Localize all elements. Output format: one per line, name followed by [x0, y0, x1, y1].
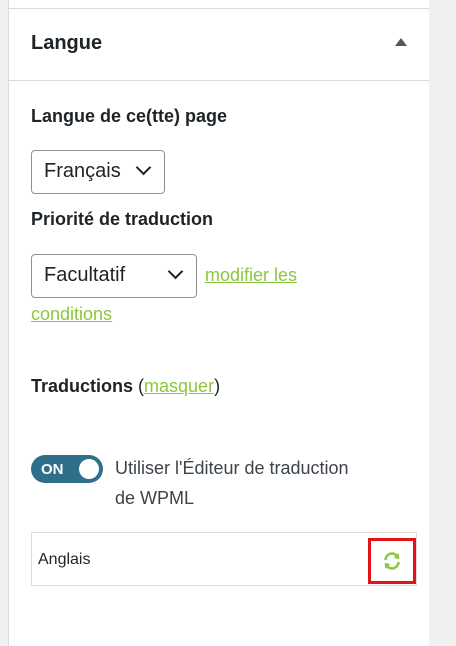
- edit-conditions-link-continued[interactable]: conditions: [31, 304, 112, 325]
- wpml-editor-label-line2: de WPML: [115, 488, 195, 508]
- refresh-translation-button[interactable]: [368, 538, 416, 584]
- toggle-state-label: ON: [41, 461, 64, 478]
- translations-label: Traductions: [31, 376, 134, 396]
- metabox-header[interactable]: Langue: [9, 8, 429, 81]
- chevron-down-icon: [167, 263, 184, 280]
- page-language-label: Langue de ce(tte) page: [31, 106, 228, 126]
- metabox-title: Langue: [31, 32, 103, 54]
- chevron-down-icon: [135, 159, 152, 176]
- translation-row: Anglais: [31, 532, 417, 586]
- wpml-editor-toggle[interactable]: ON: [31, 455, 103, 483]
- edit-conditions-link[interactable]: modifier les: [205, 265, 297, 286]
- translation-priority-value: Facultatif: [44, 264, 126, 286]
- translation-priority-label: Priorité de traduction: [31, 209, 214, 229]
- translations-heading: Traductions (masquer): [31, 376, 220, 397]
- paren-close: ): [214, 376, 221, 396]
- wpml-editor-label-line1: Utiliser l'Éditeur de traduction: [115, 458, 349, 478]
- translation-priority-select[interactable]: Facultatif: [31, 254, 197, 298]
- language-metabox: Langue Langue de ce(tte) page Français P…: [8, 0, 429, 646]
- translation-language: Anglais: [38, 551, 91, 568]
- triangle-up-icon[interactable]: [395, 38, 407, 46]
- page-language-value: Français: [44, 160, 121, 182]
- refresh-icon: [384, 552, 400, 570]
- hide-translations-link[interactable]: masquer: [144, 376, 214, 396]
- page-language-select[interactable]: Français: [31, 150, 165, 194]
- toggle-knob: [79, 459, 99, 479]
